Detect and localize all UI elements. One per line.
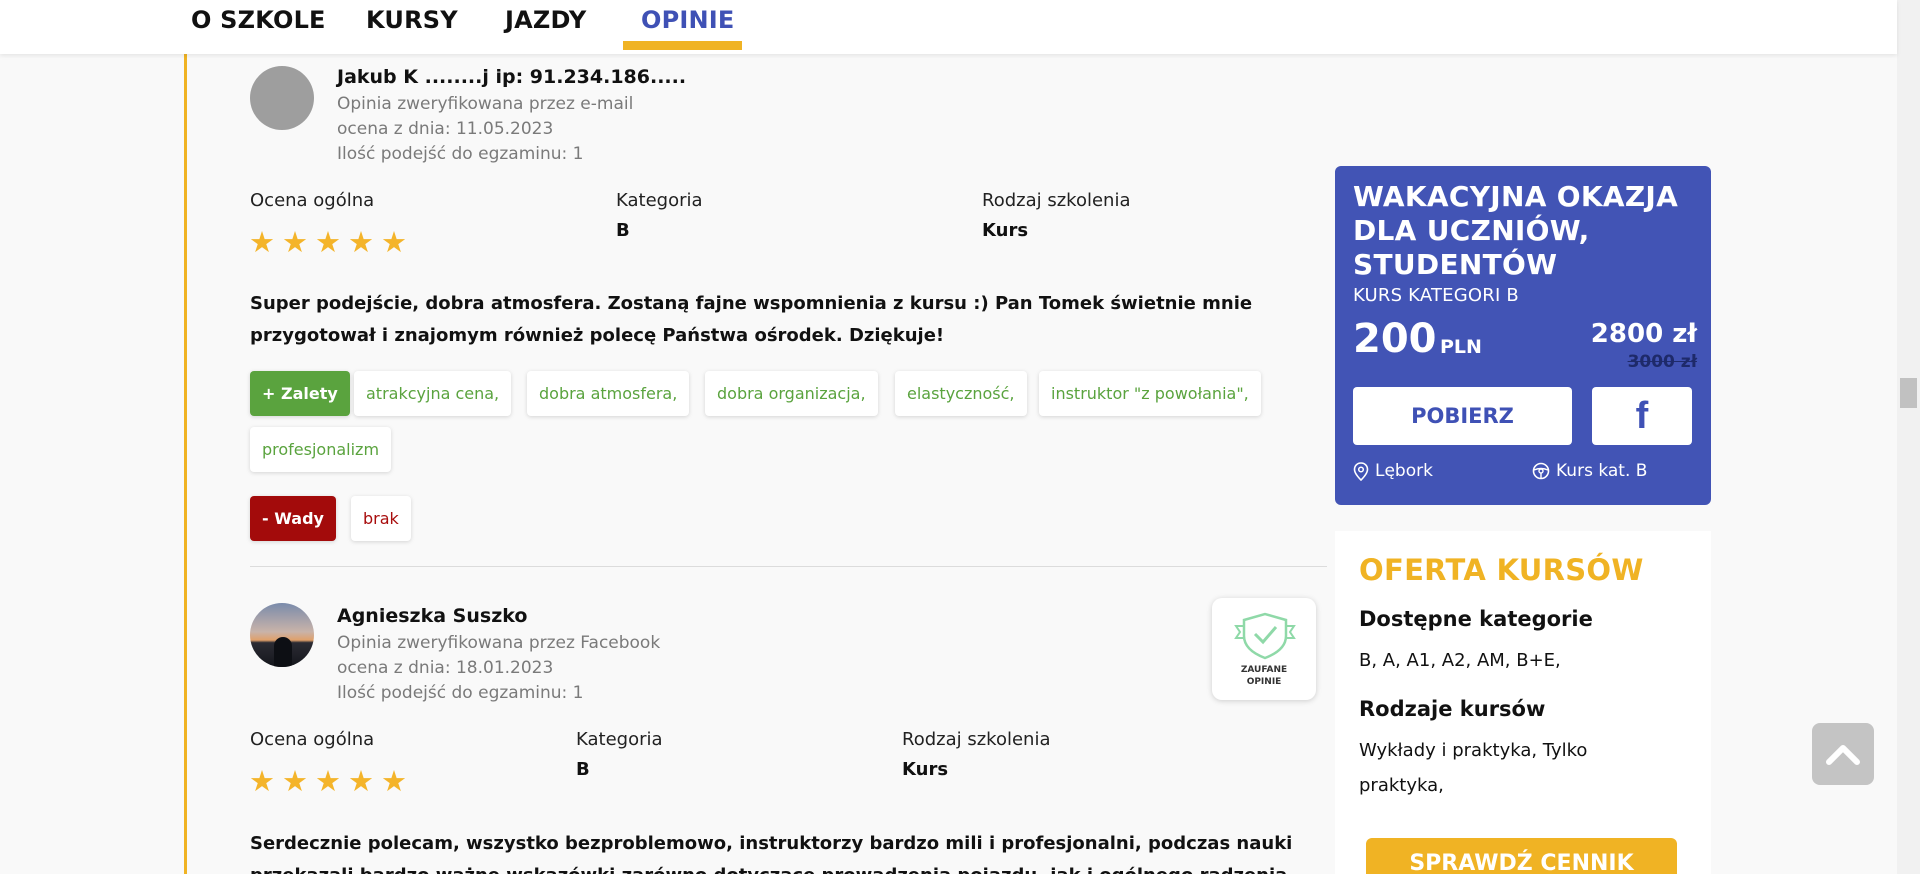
chevron-up-icon bbox=[1826, 745, 1860, 765]
promo-course: Kurs kat. B bbox=[1532, 461, 1647, 481]
review-date: ocena z dnia: 18.01.2023 bbox=[337, 658, 554, 678]
star-icon: ★ bbox=[381, 764, 407, 798]
promo-title: WAKACYJNA OKAZJA DLA UCZNIÓW, STUDENTÓW bbox=[1353, 180, 1679, 281]
pro-chip: profesjonalizm bbox=[250, 427, 392, 472]
pro-chip: instruktor "z powołania", bbox=[1039, 371, 1261, 416]
strikethrough-price: 3000 zł bbox=[1627, 352, 1697, 372]
categories-list: B, A, A1, A2, AM, B+E, bbox=[1359, 650, 1561, 671]
promo-subtitle: KURS KATEGORI B bbox=[1353, 285, 1519, 306]
facebook-button[interactable]: f bbox=[1592, 387, 1692, 445]
course-text: Kurs kat. B bbox=[1556, 461, 1648, 481]
review-divider bbox=[250, 566, 1327, 567]
star-icon: ★ bbox=[315, 225, 341, 259]
star-icon: ★ bbox=[348, 764, 374, 798]
verified-by: Opinia zweryfikowana przez Facebook bbox=[337, 633, 661, 653]
offer-card: OFERTA KURSÓW Dostępne kategorie B, A, A… bbox=[1335, 531, 1711, 874]
star-icon: ★ bbox=[249, 764, 275, 798]
review-date: ocena z dnia: 11.05.2023 bbox=[337, 119, 554, 139]
active-tab-indicator bbox=[623, 41, 742, 50]
course-types-list: Wykłady i praktyka, Tylko praktyka, bbox=[1359, 740, 1588, 796]
page-scrollbar[interactable] bbox=[1897, 0, 1920, 874]
trusted-reviews-badge: ZAUFANE OPINIE bbox=[1212, 598, 1316, 700]
badge-line-2: OPINIE bbox=[1246, 677, 1282, 687]
star-icon: ★ bbox=[249, 225, 275, 259]
shield-check-icon bbox=[1234, 612, 1296, 660]
download-button[interactable]: POBIERZ bbox=[1353, 387, 1572, 445]
overall-label: Ocena ogólna bbox=[250, 190, 375, 211]
reviewer-name: Agnieszka Suszko bbox=[337, 605, 528, 627]
pro-chip: dobra atmosfera, bbox=[527, 371, 690, 416]
course-types-heading: Rodzaje kursów bbox=[1359, 697, 1546, 721]
facebook-icon: f bbox=[1635, 394, 1649, 437]
exam-attempts: Ilość podejść do egzaminu: 1 bbox=[337, 683, 584, 703]
star-icon: ★ bbox=[348, 225, 374, 259]
star-icon: ★ bbox=[282, 225, 308, 259]
verified-by: Opinia zweryfikowana przez e-mail bbox=[337, 94, 634, 114]
avatar bbox=[250, 603, 314, 667]
promo-price: 200 bbox=[1353, 316, 1437, 362]
steering-wheel-icon bbox=[1532, 462, 1550, 480]
back-to-top-button[interactable] bbox=[1812, 723, 1874, 785]
check-pricing-button[interactable]: SPRAWDŹ CENNIK bbox=[1366, 838, 1677, 874]
con-chip: brak bbox=[351, 496, 411, 541]
categories-heading: Dostępne kategorie bbox=[1359, 607, 1593, 631]
category-label: Kategoria bbox=[576, 729, 663, 750]
review-text-line-1: Serdecznie polecam, wszystko bezproblemo… bbox=[250, 833, 1293, 854]
training-value: Kurs bbox=[902, 759, 949, 780]
location-text: Lębork bbox=[1375, 461, 1433, 481]
pro-chip: atrakcyjna cena, bbox=[354, 371, 512, 416]
avatar bbox=[250, 66, 314, 130]
cons-label: - Wady bbox=[250, 496, 336, 541]
exam-attempts: Ilość podejść do egzaminu: 1 bbox=[337, 144, 584, 164]
offer-title: OFERTA KURSÓW bbox=[1359, 553, 1644, 587]
category-value: B bbox=[576, 759, 590, 780]
location-pin-icon bbox=[1353, 461, 1369, 481]
reviewer-name: Jakub K ........j ip: 91.234.186..... bbox=[337, 66, 687, 88]
training-label: Rodzaj szkolenia bbox=[982, 190, 1131, 211]
tab-kursy[interactable]: KURSY bbox=[366, 6, 458, 34]
training-label: Rodzaj szkolenia bbox=[902, 729, 1051, 750]
promo-currency: PLN bbox=[1440, 336, 1482, 358]
tab-jazdy[interactable]: JAZDY bbox=[505, 6, 586, 34]
star-icon: ★ bbox=[282, 764, 308, 798]
pro-chip: elastyczność, bbox=[895, 371, 1027, 416]
promo-location: Lębork bbox=[1353, 461, 1433, 481]
tab-o-szkole[interactable]: O SZKOLE bbox=[191, 6, 326, 34]
rating-stars: ★ ★ ★ ★ ★ bbox=[249, 767, 407, 796]
tab-opinie[interactable]: OPINIE bbox=[641, 6, 735, 34]
overall-label: Ocena ogólna bbox=[250, 729, 375, 750]
reviews-accent-line bbox=[184, 54, 187, 874]
category-label: Kategoria bbox=[616, 190, 703, 211]
regular-price: 2800 zł bbox=[1590, 319, 1697, 349]
pros-label: + Zalety bbox=[250, 371, 350, 416]
rating-stars: ★ ★ ★ ★ ★ bbox=[249, 228, 407, 257]
scrollbar-thumb[interactable] bbox=[1900, 378, 1917, 408]
star-icon: ★ bbox=[315, 764, 341, 798]
category-value: B bbox=[616, 220, 630, 241]
top-nav: O SZKOLE KURSY JAZDY OPINIE bbox=[0, 0, 1897, 54]
pro-chip: dobra organizacja, bbox=[705, 371, 878, 416]
badge-line-1: ZAUFANE bbox=[1240, 665, 1288, 675]
star-icon: ★ bbox=[381, 225, 407, 259]
promo-card: WAKACYJNA OKAZJA DLA UCZNIÓW, STUDENTÓW … bbox=[1335, 166, 1711, 505]
review-text-line-2: przekazali bardzo ważne wskazówki zarówn… bbox=[250, 860, 1287, 874]
training-value: Kurs bbox=[982, 220, 1029, 241]
review-text: Super podejście, dobra atmosfera. Zostan… bbox=[250, 293, 1253, 346]
